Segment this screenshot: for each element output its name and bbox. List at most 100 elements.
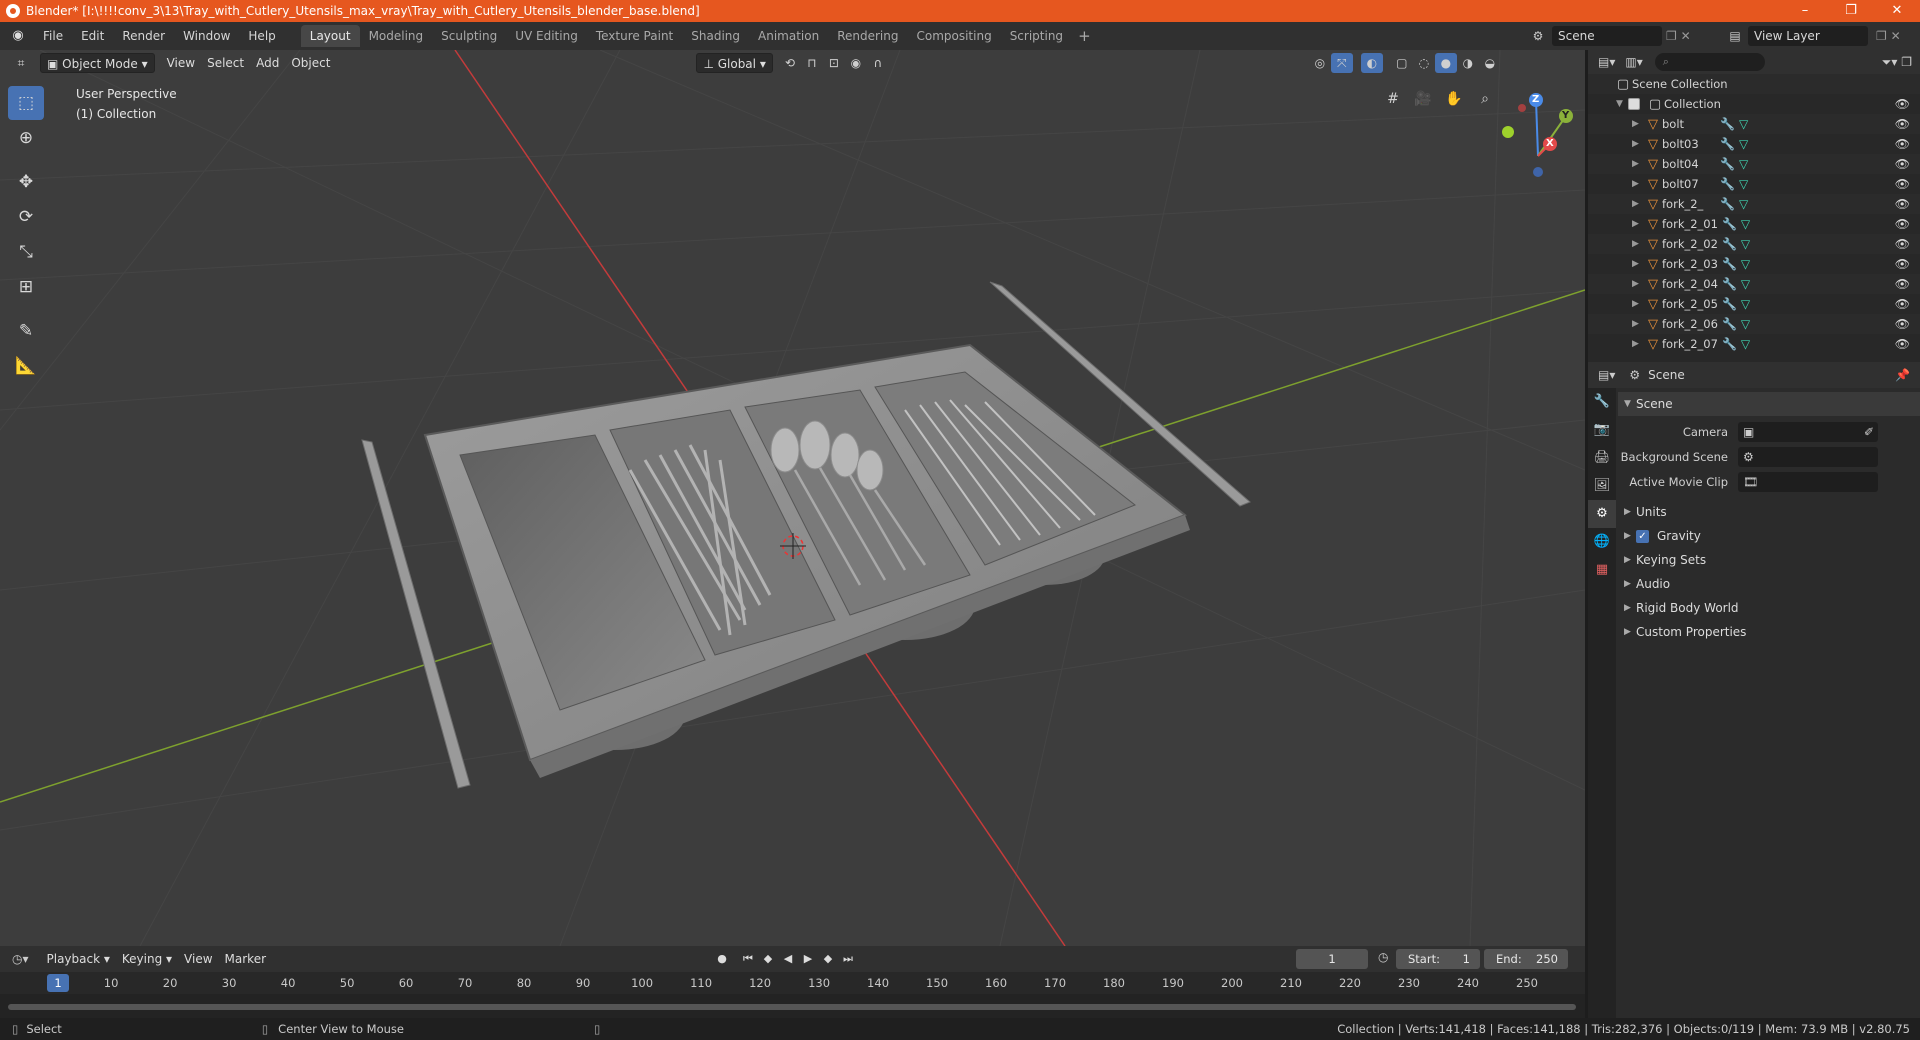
cursor-tool[interactable]: ⊕: [8, 121, 44, 155]
eye-icon[interactable]: 👁: [1895, 337, 1910, 351]
outliner-object-row[interactable]: ▶ ▽ fork_2_06 🔧 ▽ 👁: [1588, 314, 1920, 334]
tab-animation[interactable]: Animation: [749, 25, 828, 47]
transform-tool[interactable]: ⊞: [8, 270, 44, 304]
marker-menu[interactable]: Marker: [219, 949, 272, 969]
modifier-wrench-icon[interactable]: 🔧: [1722, 297, 1737, 311]
expand-triangle-icon[interactable]: ▶: [1632, 259, 1644, 269]
view-layer-icon[interactable]: ▤: [1722, 29, 1748, 43]
outliner-object-row[interactable]: ▶ ▽ bolt07 🔧 ▽ 👁: [1588, 174, 1920, 194]
snap-icon[interactable]: ⊓: [801, 53, 823, 73]
expand-triangle-icon[interactable]: ▶: [1632, 219, 1644, 229]
playback-menu[interactable]: Playback ▾: [41, 949, 116, 969]
eye-icon[interactable]: 👁: [1895, 117, 1910, 131]
expand-triangle-icon[interactable]: ▶: [1632, 239, 1644, 249]
scale-tool[interactable]: ⤡: [8, 235, 44, 269]
rendered-shading-icon[interactable]: ◒: [1479, 53, 1501, 73]
timeline-scrollbar[interactable]: [8, 1004, 1576, 1010]
move-tool[interactable]: ✥: [8, 165, 44, 199]
viewport-menu-add[interactable]: Add: [250, 53, 285, 73]
preview-range-icon[interactable]: ◷: [1378, 950, 1388, 964]
gravity-panel[interactable]: ▶ ✓ Gravity: [1618, 524, 1920, 548]
scene-tab-icon[interactable]: ⚙: [1588, 500, 1616, 528]
outliner-object-row[interactable]: ▶ ▽ fork_2_02 🔧 ▽ 👁: [1588, 234, 1920, 254]
viewport-menu-view[interactable]: View: [161, 53, 201, 73]
tray-model[interactable]: [361, 281, 1251, 789]
play-reverse-icon[interactable]: ◀: [778, 949, 798, 969]
timeline-view-menu[interactable]: View: [178, 949, 218, 969]
eye-icon[interactable]: 👁: [1895, 157, 1910, 171]
gizmo-z-label[interactable]: Z: [1532, 94, 1539, 105]
outliner-object-row[interactable]: ▶ ▽ fork_2_07 🔧 ▽ 👁: [1588, 334, 1920, 354]
tab-scripting[interactable]: Scripting: [1001, 25, 1072, 47]
tab-layout[interactable]: Layout: [300, 25, 360, 47]
pin-icon[interactable]: 📌: [1895, 368, 1910, 382]
tab-texture-paint[interactable]: Texture Paint: [587, 25, 682, 47]
modifier-wrench-icon[interactable]: 🔧: [1722, 277, 1737, 291]
tab-shading[interactable]: Shading: [682, 25, 749, 47]
mesh-data-icon[interactable]: ▽: [1739, 137, 1748, 151]
menu-window[interactable]: Window: [174, 22, 239, 50]
measure-tool[interactable]: 📐: [8, 349, 44, 383]
minimize-button[interactable]: –: [1782, 0, 1828, 22]
view-layer-tab-icon[interactable]: 🖼: [1588, 472, 1616, 500]
eye-icon[interactable]: 👁: [1895, 257, 1910, 271]
mesh-data-icon[interactable]: ▽: [1741, 297, 1750, 311]
filter-icon[interactable]: ⏷▾ ❐: [1882, 55, 1912, 70]
outliner-scene-collection[interactable]: ▢ Scene Collection: [1588, 74, 1920, 94]
new-scene-icon[interactable]: ❐ ✕: [1666, 29, 1691, 43]
snap-target-icon[interactable]: ⊡: [823, 53, 845, 73]
frame-ruler[interactable]: 1 10 20 30 40 50 60 70 80 90 100 110 120 130 140 150 160…: [0, 972, 1585, 994]
collapse-triangle-icon[interactable]: ▼: [1616, 99, 1628, 109]
audio-panel[interactable]: ▶ Audio: [1618, 572, 1920, 596]
next-keyframe-icon[interactable]: ◆: [818, 949, 838, 969]
jump-end-icon[interactable]: ⏭: [838, 949, 858, 969]
outliner-object-row[interactable]: ▶ ▽ bolt04 🔧 ▽ 👁: [1588, 154, 1920, 174]
outliner-collection[interactable]: ▼ ▢ Collection 👁: [1588, 94, 1920, 114]
eye-icon[interactable]: 👁: [1895, 217, 1910, 231]
expand-triangle-icon[interactable]: ▶: [1632, 339, 1644, 349]
rotate-tool[interactable]: ⟳: [8, 200, 44, 234]
close-button[interactable]: ✕: [1874, 0, 1920, 22]
eye-icon[interactable]: 👁: [1895, 97, 1910, 111]
expand-triangle-icon[interactable]: ▶: [1632, 279, 1644, 289]
outliner-object-row[interactable]: ▶ ▽ fork_2_ 🔧 ▽ 👁: [1588, 194, 1920, 214]
menu-render[interactable]: Render: [113, 22, 174, 50]
gizmo-y-label[interactable]: Y: [1562, 110, 1569, 121]
record-icon[interactable]: ●: [712, 949, 732, 969]
custom-properties-panel[interactable]: ▶ Custom Properties: [1618, 620, 1920, 644]
view-layer-field[interactable]: View Layer: [1748, 26, 1868, 46]
visibility-icon[interactable]: ◎: [1309, 53, 1331, 73]
xray-icon[interactable]: ▢: [1391, 53, 1413, 73]
playhead-frame-indicator[interactable]: 1: [47, 974, 69, 992]
keying-sets-panel[interactable]: ▶ Keying Sets: [1618, 548, 1920, 572]
viewport-menu-select[interactable]: Select: [201, 53, 250, 73]
eye-icon[interactable]: 👁: [1895, 277, 1910, 291]
zoom-icon[interactable]: ⌕: [1472, 86, 1498, 112]
play-icon[interactable]: ▶: [798, 949, 818, 969]
scene-panel-header[interactable]: ▼ Scene: [1618, 392, 1920, 416]
outliner-object-row[interactable]: ▶ ▽ fork_2_04 🔧 ▽ 👁: [1588, 274, 1920, 294]
outliner-editor-icon[interactable]: ▤▾: [1598, 55, 1615, 69]
modifier-wrench-icon[interactable]: 🔧: [1720, 137, 1735, 151]
expand-triangle-icon[interactable]: ▶: [1632, 299, 1644, 309]
collection-checkbox[interactable]: [1628, 98, 1640, 110]
outliner-object-row[interactable]: ▶ ▽ bolt03 🔧 ▽ 👁: [1588, 134, 1920, 154]
new-view-layer-icon[interactable]: ❐ ✕: [1876, 29, 1901, 43]
maximize-button[interactable]: ❐: [1828, 0, 1874, 22]
timeline-editor-icon[interactable]: ◷▾: [12, 952, 29, 966]
expand-triangle-icon[interactable]: ▶: [1632, 139, 1644, 149]
expand-triangle-icon[interactable]: ▶: [1632, 159, 1644, 169]
background-scene-field[interactable]: ⚙: [1738, 446, 1878, 467]
outliner-object-row[interactable]: ▶ ▽ fork_2_03 🔧 ▽ 👁: [1588, 254, 1920, 274]
viewport-menu-object[interactable]: Object: [285, 53, 336, 73]
modifier-wrench-icon[interactable]: 🔧: [1720, 197, 1735, 211]
solid-shading-icon[interactable]: ●: [1434, 53, 1457, 73]
properties-editor-icon[interactable]: ▤▾: [1598, 368, 1615, 382]
overlay-toggle-icon[interactable]: ◐: [1360, 53, 1383, 73]
material-shading-icon[interactable]: ◑: [1457, 53, 1479, 73]
wireframe-shading-icon[interactable]: ◌: [1413, 53, 1435, 73]
scene-name-field[interactable]: Scene: [1552, 26, 1662, 46]
3d-viewport[interactable]: [0, 50, 1585, 946]
display-mode-icon[interactable]: ▥▾: [1625, 55, 1642, 69]
gizmo-toggle-icon[interactable]: ⤧: [1330, 53, 1353, 73]
